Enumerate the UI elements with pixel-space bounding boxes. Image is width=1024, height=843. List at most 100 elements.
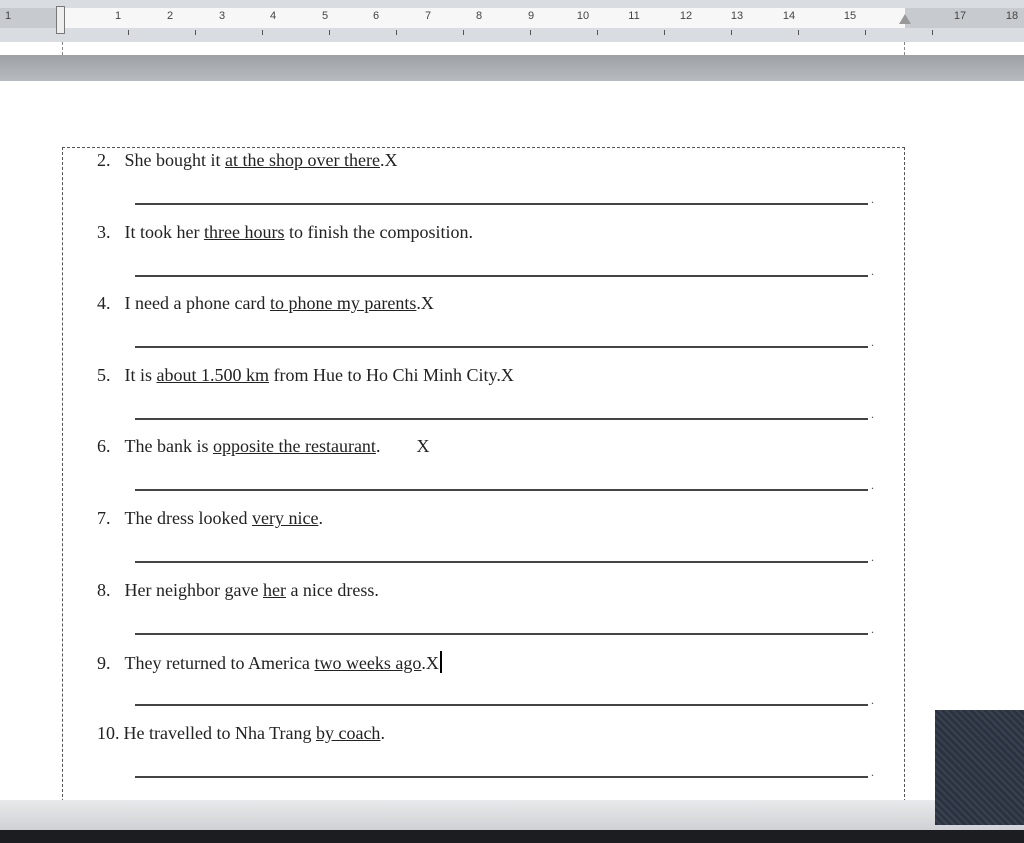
line-end-mark: . (871, 335, 874, 350)
ruler-text-area (62, 8, 905, 28)
exercise-item[interactable]: 9. They returned to America two weeks ago… (97, 651, 442, 674)
thumbnail-window[interactable] (935, 710, 1024, 825)
line-end-mark: . (871, 764, 874, 779)
line-end-mark: . (871, 263, 874, 278)
right-indent-marker[interactable] (899, 14, 911, 24)
ruler-tick (664, 30, 665, 35)
page-gap (0, 55, 1024, 81)
answer-line[interactable] (135, 775, 868, 778)
exercise-item[interactable]: 3. It took her three hours to finish the … (97, 222, 473, 243)
sentence-text: They returned to America (124, 653, 315, 674)
sentence-text: . (318, 508, 323, 528)
ruler-number: 18 (1005, 10, 1019, 22)
ruler-number: 11 (628, 10, 640, 22)
sentence-text: . (380, 722, 385, 743)
underlined-phrase: two weeks ago (314, 653, 422, 674)
sentence-text: The bank is (124, 436, 213, 457)
ruler-tick (597, 30, 598, 35)
sentence-text: It is (124, 364, 157, 385)
sentence-text: . (375, 436, 417, 457)
sentence-text: She bought it (124, 150, 226, 170)
answer-line[interactable] (135, 203, 868, 205)
sentence-text: from Hue to Ho Chi Minh City. (269, 364, 501, 385)
mark: X (500, 364, 514, 385)
answer-line[interactable] (135, 346, 868, 349)
ruler-tick (396, 30, 397, 35)
item-number: 5. (97, 364, 111, 385)
ruler-number: 9 (527, 10, 535, 22)
exercise-item[interactable]: 6. The bank is opposite the restaurant. X (97, 436, 429, 457)
item-number: 2. (97, 150, 111, 170)
text-boundary-frame (62, 147, 905, 807)
answer-line[interactable] (135, 704, 868, 707)
mark: X (384, 150, 398, 170)
line-end-mark: . (871, 693, 874, 708)
ruler-number: 14 (782, 10, 796, 22)
underlined-phrase: very nice (251, 508, 319, 528)
underlined-phrase: three hours (203, 221, 285, 242)
ruler-number: 13 (730, 10, 744, 22)
ruler-tick (195, 30, 196, 35)
sentence-text: He travelled to Nha Trang (123, 722, 316, 743)
mark: X (425, 653, 439, 674)
answer-line[interactable] (135, 632, 868, 635)
underlined-phrase: her (262, 579, 286, 600)
item-number: 3. (97, 221, 111, 242)
page-header-area (62, 42, 905, 55)
ruler-number: 5 (321, 10, 329, 22)
line-end-mark: . (871, 478, 874, 493)
exercise-item[interactable]: 4. I need a phone card to phone my parent… (97, 293, 434, 314)
line-end-mark: . (871, 550, 874, 564)
exercise-item[interactable]: 5. It is about 1.500 km from Hue to Ho Ch… (97, 365, 514, 386)
ruler-number: 7 (424, 10, 432, 22)
answer-line[interactable] (135, 274, 868, 277)
answer-line[interactable] (135, 417, 868, 420)
text-cursor (439, 651, 442, 674)
ruler-number: 1 (4, 10, 12, 22)
underlined-phrase: by coach (315, 722, 381, 743)
ruler-tick (329, 30, 330, 35)
sentence-text: Her neighbor gave (124, 579, 263, 600)
exercise-item[interactable]: 8. Her neighbor gave her a nice dress. (97, 580, 379, 601)
line-end-mark: . (871, 621, 874, 636)
ruler-number: 8 (475, 10, 483, 22)
exercise-item[interactable]: 10. He travelled to Nha Trang by coach. (97, 723, 385, 744)
underlined-phrase: at the shop over there (225, 150, 380, 170)
left-indent-marker[interactable] (56, 6, 65, 34)
ruler-tick (463, 30, 464, 35)
sentence-text: I need a phone card (124, 293, 270, 314)
ruler-number: 1 (114, 10, 122, 22)
underlined-phrase: opposite the restaurant (212, 436, 376, 457)
answer-line[interactable] (135, 489, 868, 492)
item-number: 6. (97, 436, 111, 457)
ruler-number: 4 (269, 10, 277, 22)
sentence-text: to finish the composition. (284, 221, 473, 242)
ruler-number: 15 (843, 10, 857, 22)
ruler-tick (932, 30, 933, 35)
line-end-mark: . (871, 406, 874, 421)
horizontal-ruler[interactable]: 1 1 2 3 4 5 6 7 8 9 10 11 12 13 14 15 17 18 (0, 0, 1024, 42)
exercise-item[interactable]: 7. The dress looked very nice. (97, 508, 323, 529)
ruler-number: 17 (953, 10, 967, 22)
ruler-tick (128, 30, 129, 35)
mark: X (416, 436, 430, 457)
sentence-text: It took her (124, 221, 204, 242)
sentence-text: The dress looked (124, 508, 252, 528)
ruler-tick (865, 30, 866, 35)
answer-line[interactable] (135, 561, 868, 563)
ruler-tick (798, 30, 799, 35)
exercise-item[interactable]: 2. She bought it at the shop over there.X (97, 150, 397, 171)
ruler-tick (530, 30, 531, 35)
ruler-number: 2 (166, 10, 174, 22)
ruler-number: 3 (218, 10, 226, 22)
ruler-number: 12 (679, 10, 693, 22)
underlined-phrase: about 1.500 km (156, 364, 270, 385)
underlined-phrase: to phone my parents (269, 293, 417, 314)
item-number: 9. (97, 653, 111, 674)
ruler-number: 10 (576, 10, 590, 22)
ruler-tick (262, 30, 263, 35)
ruler-tick (731, 30, 732, 35)
item-number: 10. (97, 722, 120, 743)
sentence-text: a nice dress. (285, 579, 379, 600)
ruler-number: 6 (372, 10, 380, 22)
